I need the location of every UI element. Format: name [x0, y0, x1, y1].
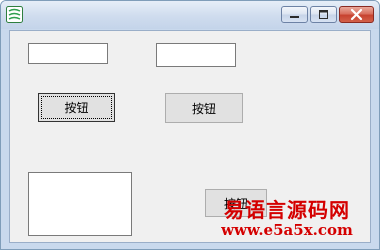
close-button[interactable] [339, 6, 374, 23]
focus-ring [41, 96, 112, 119]
maximize-button[interactable] [310, 6, 337, 23]
app-window: 按钮 按钮 按钮 易语言源码网 www.e5a5x.com [0, 0, 380, 250]
watermark-title: 易语言源码网 [224, 198, 350, 222]
text-input-1[interactable] [28, 43, 108, 64]
app-icon[interactable] [6, 6, 23, 23]
title-bar[interactable] [1, 1, 379, 29]
button-1[interactable]: 按钮 [38, 93, 115, 122]
site-watermark: 易语言源码网 www.e5a5x.com [197, 200, 377, 238]
button-2[interactable]: 按钮 [165, 93, 243, 123]
text-area[interactable] [28, 172, 132, 236]
maximize-icon [319, 10, 328, 19]
button-2-label: 按钮 [191, 101, 216, 116]
minimize-button[interactable] [281, 6, 308, 23]
watermark-url: www.e5a5x.com [221, 221, 353, 239]
text-input-2[interactable] [156, 43, 236, 67]
close-icon [350, 8, 363, 21]
minimize-icon [290, 16, 299, 18]
